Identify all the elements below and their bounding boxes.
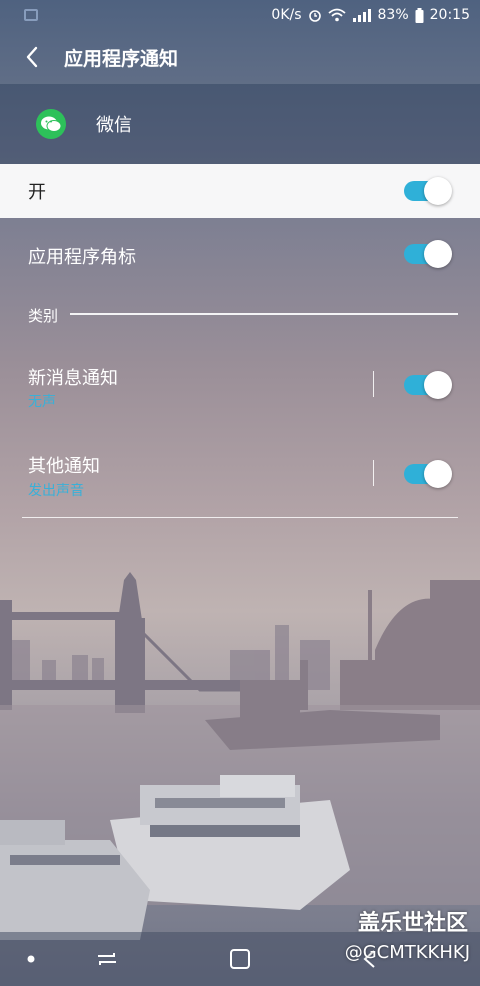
gallery-notification-icon [24, 9, 38, 21]
home-button[interactable] [225, 944, 255, 974]
other-notifications-toggle[interactable] [404, 460, 452, 488]
master-switch-label: 开 [28, 182, 46, 203]
home-icon [230, 949, 250, 969]
recents-icon [98, 953, 116, 965]
nav-dot-button[interactable] [16, 944, 46, 974]
recents-button[interactable] [92, 944, 122, 974]
master-toggle[interactable] [404, 177, 452, 205]
battery-percent: 83% [377, 7, 409, 23]
wechat-icon [36, 109, 66, 139]
battery-icon [415, 7, 424, 23]
alarm-icon [308, 10, 321, 22]
page-title: 应用程序通知 [64, 47, 179, 70]
dot-icon [27, 955, 35, 963]
clock: 20:15 [429, 7, 470, 23]
badge-setting-label: 应用程序角标 [28, 247, 136, 268]
row-divider [373, 371, 374, 397]
category-divider [70, 313, 458, 315]
master-switch-row[interactable]: 开 [0, 164, 480, 218]
row-divider [373, 460, 374, 486]
signal-icon [352, 9, 371, 22]
back-arrow-icon [26, 46, 38, 68]
category-item-label[interactable]: 其他通知 [28, 452, 100, 478]
watermark-handle: @GCMTKKHKJ [344, 942, 470, 963]
category-header: 类别 [28, 307, 59, 325]
app-info-row: 微信 [0, 84, 480, 164]
badge-toggle[interactable] [404, 240, 452, 268]
back-button[interactable] [0, 30, 64, 84]
network-speed: 0K/s [271, 7, 302, 23]
category-item-label[interactable]: 新消息通知 [28, 364, 118, 390]
category-item-sub: 无声 [28, 394, 56, 410]
list-bottom-divider [22, 517, 458, 518]
new-message-toggle[interactable] [404, 371, 452, 399]
category-item-sub: 发出声音 [28, 483, 84, 499]
app-name: 微信 [96, 115, 132, 136]
app-bar: 应用程序通知 [0, 30, 480, 84]
status-bar: 0K/s 83% 20:15 [0, 0, 480, 30]
wifi-icon [327, 8, 346, 22]
